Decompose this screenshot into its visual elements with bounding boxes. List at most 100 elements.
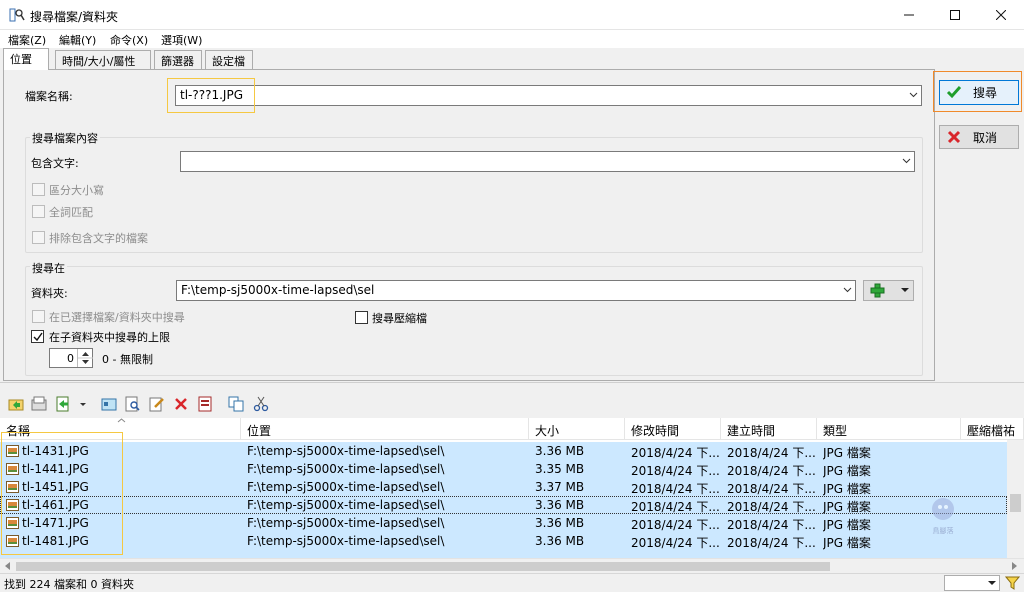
add-folder-button[interactable] — [863, 280, 914, 301]
exclude-containing-label: 排除包含文字的檔案 — [49, 232, 148, 245]
whole-word-checkbox[interactable] — [32, 205, 45, 218]
folder-value: F:\temp-sj5000x-time-lapsed\sel — [181, 283, 375, 297]
cell-size: 3.36 MB — [535, 516, 585, 530]
search-archives-checkbox[interactable] — [355, 311, 368, 324]
in-selected-label: 在已選擇檔案/資料夾中搜尋 — [49, 311, 185, 324]
cell-location: F:\temp-sj5000x-time-lapsed\sel\ — [247, 516, 445, 530]
cell-size: 3.35 MB — [535, 462, 585, 476]
case-sensitive-checkbox[interactable] — [32, 183, 45, 196]
filename-highlight-box — [167, 78, 255, 113]
search-archives-label: 搜尋壓縮檔 — [372, 312, 427, 325]
table-row[interactable]: tl-1441.JPG F:\temp-sj5000x-time-lapsed\s… — [0, 460, 1007, 478]
properties-icon[interactable] — [197, 396, 213, 412]
tab-location[interactable]: 位置 — [3, 48, 49, 70]
column-header-modified[interactable]: 修改時間 — [625, 418, 721, 440]
cell-created: 2018/4/24 下... — [727, 518, 815, 532]
status-filter-combo[interactable] — [944, 575, 1000, 591]
cell-size: 3.36 MB — [535, 534, 585, 548]
cell-location: F:\temp-sj5000x-time-lapsed\sel\ — [247, 444, 445, 458]
menu-bar: 檔案(Z) 編輯(Y) 命令(X) 選項(W) — [0, 30, 1024, 48]
column-header-location[interactable]: 位置 — [241, 418, 529, 440]
table-row-partial[interactable] — [0, 550, 1007, 558]
table-row[interactable]: tl-1471.JPG F:\temp-sj5000x-time-lapsed\s… — [0, 514, 1007, 532]
title-bar: 搜尋檔案/資料夾 — [0, 0, 1024, 30]
menu-file[interactable]: 檔案(Z) — [8, 32, 46, 48]
thumbnail-view-icon[interactable] — [101, 396, 117, 412]
folder-combo[interactable]: F:\temp-sj5000x-time-lapsed\sel — [176, 280, 856, 301]
contains-label: 包含文字: — [31, 157, 79, 170]
cell-type: JPG 檔案 — [823, 536, 871, 550]
minimize-button[interactable] — [886, 0, 932, 30]
cell-modified: 2018/4/24 下... — [631, 464, 719, 478]
cancel-button-label: 取消 — [972, 130, 997, 145]
column-header-created[interactable]: 建立時間 — [721, 418, 817, 440]
horizontal-scroll-thumb[interactable] — [16, 562, 830, 571]
menu-edit[interactable]: 編輯(Y) — [59, 32, 96, 48]
table-row[interactable]: tl-1431.JPG F:\temp-sj5000x-time-lapsed\s… — [0, 442, 1007, 460]
table-row[interactable]: tl-1481.JPG F:\temp-sj5000x-time-lapsed\s… — [0, 532, 1007, 550]
contains-text-combo[interactable] — [180, 151, 915, 172]
close-button[interactable] — [978, 0, 1024, 30]
cell-type: JPG 檔案 — [823, 446, 871, 460]
spin-arrows-icon — [78, 352, 93, 364]
cell-type: JPG 檔案 — [823, 464, 871, 478]
spin-buttons[interactable] — [77, 349, 93, 367]
menu-command[interactable]: 命令(X) — [110, 32, 148, 48]
scroll-right-icon[interactable] — [1010, 562, 1018, 571]
cell-created: 2018/4/24 下... — [727, 482, 815, 496]
status-bar: 找到 224 檔案和 0 資料夾 — [0, 573, 1024, 592]
cell-modified: 2018/4/24 下... — [631, 446, 719, 460]
delete-icon[interactable] — [173, 396, 189, 412]
table-row[interactable]: tl-1461.JPG F:\temp-sj5000x-time-lapsed\s… — [0, 496, 1007, 514]
open-folder-icon[interactable] — [31, 396, 47, 412]
cell-location: F:\temp-sj5000x-time-lapsed\sel\ — [247, 462, 445, 476]
menu-options[interactable]: 選項(W) — [161, 32, 202, 48]
scroll-left-icon[interactable] — [4, 562, 12, 571]
checkmark-icon — [33, 332, 43, 342]
table-row[interactable]: tl-1451.JPG F:\temp-sj5000x-time-lapsed\s… — [0, 478, 1007, 496]
bird-logo-icon — [932, 498, 954, 520]
copy-icon[interactable] — [228, 396, 244, 412]
exclude-containing-checkbox[interactable] — [32, 231, 45, 244]
in-selected-checkbox[interactable] — [32, 310, 45, 323]
cell-created: 2018/4/24 下... — [727, 500, 815, 514]
vertical-scroll-thumb[interactable] — [1010, 494, 1021, 512]
dropdown-arrow-icon[interactable] — [78, 396, 88, 412]
cell-size: 3.36 MB — [535, 498, 585, 512]
subfolder-limit-checkbox[interactable] — [31, 330, 44, 343]
cell-modified: 2018/4/24 下... — [631, 536, 719, 550]
chevron-down-icon[interactable] — [843, 285, 852, 294]
filename-combo[interactable]: tl-???1.JPG — [175, 85, 922, 106]
tab-filters[interactable]: 篩選器 — [154, 50, 202, 69]
tab-time-size-attributes[interactable]: 時間/大小/屬性 — [55, 50, 151, 69]
column-header-archive[interactable]: 壓縮檔祐 — [961, 418, 1024, 440]
tab-profiles[interactable]: 設定檔 — [205, 50, 253, 69]
cell-size: 3.36 MB — [535, 444, 585, 458]
pane-splitter[interactable] — [0, 382, 1024, 390]
export-icon[interactable] — [55, 396, 71, 412]
cell-location: F:\temp-sj5000x-time-lapsed\sel\ — [247, 498, 445, 512]
go-to-folder-icon[interactable] — [8, 396, 24, 412]
depth-spinner[interactable]: 0 — [49, 348, 93, 368]
edit-icon[interactable] — [149, 396, 165, 412]
maximize-button[interactable] — [932, 0, 978, 30]
case-sensitive-label: 區分大小寫 — [49, 184, 104, 197]
cancel-button[interactable]: 取消 — [939, 125, 1019, 149]
watermark-logo: 鳥腳落 — [926, 495, 960, 535]
horizontal-scrollbar[interactable] — [0, 558, 1024, 573]
column-header-size[interactable]: 大小 — [529, 418, 625, 440]
filename-label: 檔案名稱: — [25, 90, 73, 103]
filter-icon[interactable] — [1005, 576, 1020, 590]
cell-location: F:\temp-sj5000x-time-lapsed\sel\ — [247, 534, 445, 548]
sort-ascending-icon — [117, 418, 126, 423]
find-in-results-icon[interactable] — [125, 396, 141, 412]
column-header-type[interactable]: 類型 — [817, 418, 961, 440]
plus-icon — [870, 283, 885, 298]
cell-modified: 2018/4/24 下... — [631, 482, 719, 496]
chevron-down-icon[interactable] — [902, 156, 911, 165]
chevron-down-icon[interactable] — [909, 90, 918, 99]
dropdown-arrow-icon — [901, 288, 909, 292]
cut-icon[interactable] — [253, 396, 269, 412]
vertical-scrollbar[interactable] — [1007, 440, 1024, 558]
subfolder-limit-label: 在子資料夾中搜尋的上限 — [49, 331, 170, 344]
